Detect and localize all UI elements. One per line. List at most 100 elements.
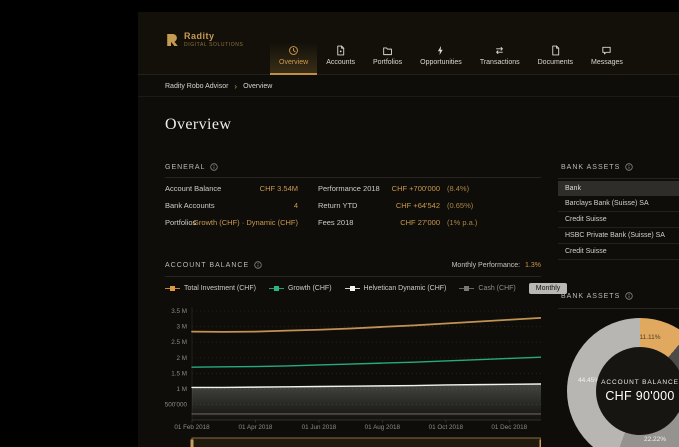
page-title: Overview xyxy=(165,116,231,134)
legend-marker xyxy=(345,286,360,291)
monthly-performance-value: 1.3% xyxy=(525,262,541,269)
brand-logo[interactable]: Radity DIGITAL SOLUTIONS xyxy=(165,31,243,48)
account-balance-chart: 3.5 M3 M2.5 M2 M1.5 M1 M500'00001 Feb 20… xyxy=(165,300,541,447)
bank-assets-heading-label: BANK ASSETS xyxy=(561,164,620,171)
bank-row-credit-suisse-2[interactable]: Credit Suisse xyxy=(558,244,679,260)
legend-label: Growth (CHF) xyxy=(288,285,332,292)
return-ytd-value: CHF +64'542 xyxy=(380,197,440,214)
svg-text:2.5 M: 2.5 M xyxy=(171,339,187,346)
legend-marker xyxy=(269,286,284,291)
folder-icon xyxy=(382,45,393,56)
brand-name: Radity xyxy=(184,31,243,41)
spacer xyxy=(298,214,318,231)
bank-assets-donut-chart[interactable]: 11.11% 22.22% 44.45% ACCOUNT BALANCE CHF… xyxy=(567,318,679,447)
svg-text:01 Jun 2018: 01 Jun 2018 xyxy=(302,424,337,431)
lightning-icon xyxy=(435,45,446,56)
fees-2018-value: CHF 27'000 xyxy=(380,214,440,231)
account-balance-value: CHF 3.54M xyxy=(223,180,298,197)
spacer xyxy=(298,197,318,214)
legend-total-investment[interactable]: Total Investment (CHF) xyxy=(165,285,256,292)
bank-assets-table: Bank Barclays Bank (Suisse) SA Credit Su… xyxy=(558,181,679,260)
chevron-right-icon: › xyxy=(234,82,237,91)
donut-slice-label-medium-gray: 22.22% xyxy=(633,436,677,443)
legend-label: Cash (CHF) xyxy=(478,285,515,292)
general-table: Account Balance CHF 3.54M Performance 20… xyxy=(165,180,541,231)
general-label: Bank Accounts xyxy=(165,197,223,214)
breadcrumb-root[interactable]: Radity Robo Advisor xyxy=(165,83,228,90)
divider xyxy=(165,177,541,178)
svg-text:2 M: 2 M xyxy=(177,355,188,362)
general-section-heading: GENERAL xyxy=(165,163,218,171)
bank-row-hsbc[interactable]: HSBC Private Bank (Suisse) SA xyxy=(558,228,679,244)
monthly-performance-label: Monthly Performance: xyxy=(452,262,520,269)
bank-accounts-value: 4 xyxy=(223,197,298,214)
legend-helvetican-dynamic[interactable]: Helvetican Dynamic (CHF) xyxy=(345,285,447,292)
tab-transactions[interactable]: Transactions xyxy=(471,37,529,75)
screenshot-stage: Radity DIGITAL SOLUTIONS Overview Accoun… xyxy=(0,0,679,447)
svg-text:1.5 M: 1.5 M xyxy=(171,370,187,377)
info-icon[interactable] xyxy=(210,163,218,171)
bank-assets-list-heading: BANK ASSETS xyxy=(561,163,633,171)
bank-column-header: Bank xyxy=(558,181,679,196)
general-label: Return YTD xyxy=(318,197,380,214)
performance-2018-pct: (8.4%) xyxy=(440,180,541,197)
brand-tagline: DIGITAL SOLUTIONS xyxy=(184,42,243,48)
divider xyxy=(165,276,541,277)
svg-text:01 Apr 2018: 01 Apr 2018 xyxy=(238,424,272,431)
tab-portfolios[interactable]: Portfolios xyxy=(364,37,411,75)
tab-label: Documents xyxy=(538,59,573,66)
tab-opportunities[interactable]: Opportunities xyxy=(411,37,471,75)
tab-label: Portfolios xyxy=(373,59,402,66)
tab-documents[interactable]: Documents xyxy=(529,37,582,75)
svg-text:01 Feb 2018: 01 Feb 2018 xyxy=(174,424,210,431)
legend-marker xyxy=(459,286,474,291)
svg-text:500'000: 500'000 xyxy=(165,402,187,409)
breadcrumb: Radity Robo Advisor › Overview xyxy=(165,75,272,97)
arrows-swap-icon xyxy=(494,45,505,56)
general-heading-label: GENERAL xyxy=(165,164,205,171)
account-file-icon xyxy=(335,45,346,56)
divider xyxy=(558,178,679,179)
portfolios-links[interactable]: Growth (CHF) · Dynamic (CHF) xyxy=(223,214,298,231)
donut-center: ACCOUNT BALANCE CHF 90'000 xyxy=(596,347,679,435)
nav-tabs: Overview Accounts Portfolios Opportuniti… xyxy=(270,37,632,75)
bank-row-barclays[interactable]: Barclays Bank (Suisse) SA xyxy=(558,196,679,212)
legend-growth[interactable]: Growth (CHF) xyxy=(269,285,332,292)
tab-overview[interactable]: Overview xyxy=(270,37,317,75)
bank-row-credit-suisse-1[interactable]: Credit Suisse xyxy=(558,212,679,228)
chart-legend: Total Investment (CHF) Growth (CHF) Helv… xyxy=(165,282,541,295)
tab-messages[interactable]: Messages xyxy=(582,37,632,75)
clock-icon xyxy=(288,45,299,56)
svg-text:01 Dec 2018: 01 Dec 2018 xyxy=(491,424,527,431)
info-icon[interactable] xyxy=(625,292,633,300)
chat-bubble-icon xyxy=(601,45,612,56)
donut-center-value: CHF 90'000 xyxy=(605,389,674,403)
radity-logo-icon xyxy=(165,33,179,47)
breadcrumb-current: Overview xyxy=(243,83,272,90)
donut-center-label: ACCOUNT BALANCE xyxy=(601,379,679,386)
top-nav: Radity DIGITAL SOLUTIONS Overview Accoun… xyxy=(138,12,679,75)
document-icon xyxy=(550,45,561,56)
performance-2018-value: CHF +700'000 xyxy=(380,180,440,197)
spacer xyxy=(298,180,318,197)
tab-accounts[interactable]: Accounts xyxy=(317,37,364,75)
donut-slice-label-gold: 11.11% xyxy=(627,334,673,341)
legend-marker xyxy=(165,286,180,291)
svg-text:01 Aug 2018: 01 Aug 2018 xyxy=(365,424,401,431)
range-selector[interactable] xyxy=(191,438,542,447)
info-icon[interactable] xyxy=(625,163,633,171)
svg-text:3 M: 3 M xyxy=(177,324,188,331)
svg-text:1 M: 1 M xyxy=(177,386,188,393)
return-ytd-pct: (0.65%) xyxy=(440,197,541,214)
general-label: Performance 2018 xyxy=(318,180,380,197)
legend-cash[interactable]: Cash (CHF) xyxy=(459,285,515,292)
bank-assets-chart-heading: BANK ASSETS xyxy=(561,292,633,300)
monthly-performance: Monthly Performance: 1.3% xyxy=(165,262,541,269)
tab-label: Messages xyxy=(591,59,623,66)
breadcrumb-bar: Radity Robo Advisor › Overview xyxy=(138,75,679,97)
fees-2018-pct: (1% p.a.) xyxy=(440,214,541,231)
legend-label: Total Investment (CHF) xyxy=(184,285,256,292)
legend-label: Helvetican Dynamic (CHF) xyxy=(364,285,447,292)
tab-label: Transactions xyxy=(480,59,520,66)
app-window: Radity DIGITAL SOLUTIONS Overview Accoun… xyxy=(138,12,679,447)
